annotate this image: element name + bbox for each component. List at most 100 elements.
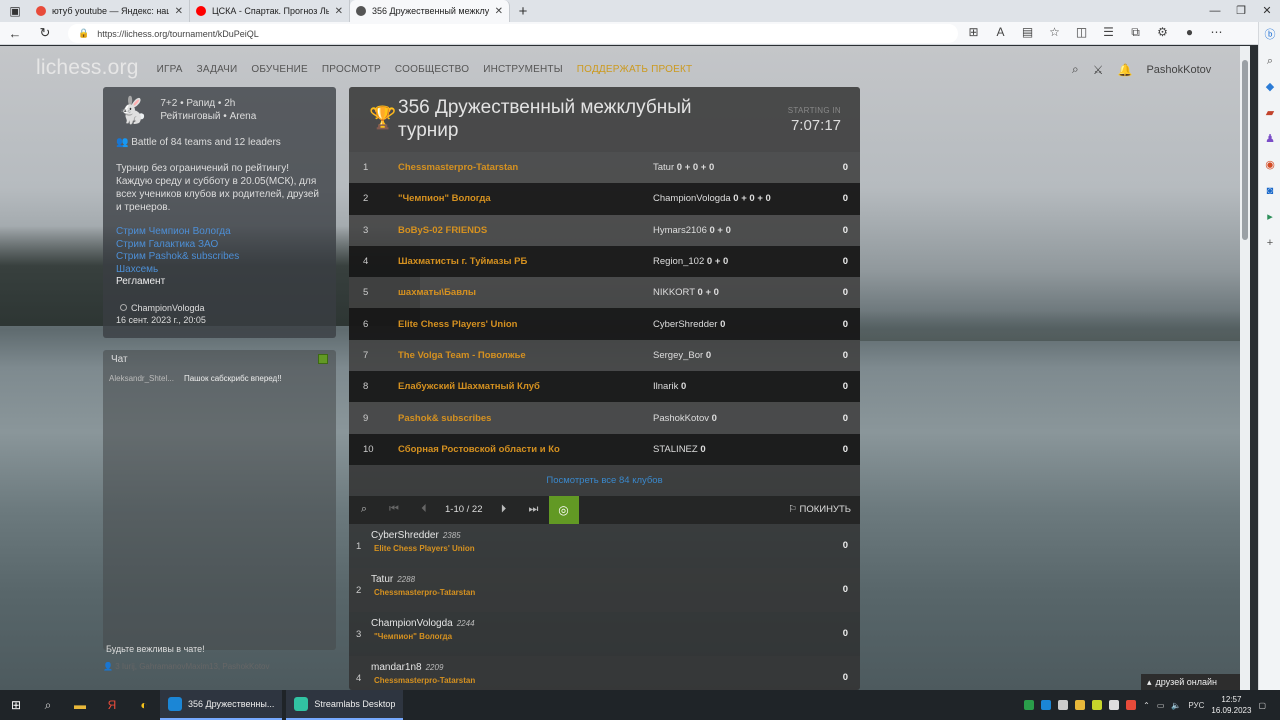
friends-online-box[interactable]: ▴ друзей онлайн [1141, 674, 1240, 690]
browser-tab[interactable]: ютуб youtube — Яндекс: нашлос ✕ [30, 0, 190, 22]
stream-link[interactable]: Стрим Галактика ЗАО [116, 239, 323, 252]
challenges-icon[interactable]: ⚔ [1093, 63, 1104, 77]
chat-user[interactable]: Aleksandr_Shtel... [109, 374, 174, 383]
team-name[interactable]: Сборная Ростовской области и Ко [398, 444, 653, 455]
stream-link[interactable]: Шахсемь [116, 264, 323, 277]
team-row[interactable]: 9 Pashok& subscribes PashokKotov 00 [349, 402, 860, 434]
leader-name[interactable]: ChampionVologda [653, 193, 731, 204]
taskbar-app[interactable]: 356 Дружественны... [160, 690, 283, 720]
team-row[interactable]: 8 Елабужский Шахматный Клуб Ilnarik 00 [349, 371, 860, 403]
search-sidebar-icon[interactable]: ⌕ [1259, 48, 1280, 74]
chat-input[interactable]: Будьте вежливы в чате! [106, 644, 205, 654]
notifications-bell-icon[interactable]: 🔔 [1118, 63, 1133, 77]
menu-item-2[interactable]: ЗАДАЧИ [197, 64, 238, 75]
team-row[interactable]: 6 Elite Chess Players' Union CyberShredder… [349, 308, 860, 340]
team-row[interactable]: 10 Сборная Ростовской области и Ко STALINE… [349, 433, 860, 465]
restore-icon[interactable]: ❐ [1228, 0, 1254, 22]
shopping-icon[interactable]: ◆ [1259, 74, 1280, 100]
player-name[interactable]: mandar1n8 2209 [371, 662, 443, 673]
browser-tab[interactable]: ЦСКА - Спартак. Прогноз Лысе ✕ [190, 0, 350, 22]
search-icon[interactable]: ⌕ [1072, 62, 1079, 77]
tray-app-icon[interactable] [1075, 700, 1086, 710]
url-field[interactable]: 🔒 https://lichess.org/tournament/kDuPeiQ… [68, 24, 958, 43]
notifications-icon[interactable]: ▢ [1258, 701, 1266, 710]
team-row[interactable]: 3 BoByS-02 FRIENDS Hymars2106 0 + 0 0 [349, 214, 860, 246]
team-name[interactable]: Chessmasterpro-Tatarstan [398, 162, 653, 173]
minimize-icon[interactable]: — [1202, 0, 1228, 22]
team-name[interactable]: "Чемпион" Вологда [398, 193, 653, 204]
windows-start-icon[interactable]: ⊞ [0, 690, 32, 720]
yandex-browser-icon[interactable]: Я [96, 690, 128, 720]
team-row[interactable]: 2 "Чемпион" Вологда ChampionVologda 0 + 0 … [349, 183, 860, 215]
apps-icon[interactable]: ⊞ [960, 25, 987, 40]
language-indicator[interactable]: РУС [1188, 701, 1204, 710]
profile-avatar-icon[interactable]: ● [1176, 25, 1203, 40]
team-name[interactable]: Elite Chess Players' Union [398, 319, 653, 330]
network-icon[interactable]: ▭ [1157, 701, 1165, 710]
player-row[interactable]: 1 CyberShredder 2385 Elite Chess Players' U… [349, 524, 860, 568]
menu-item-6[interactable]: ИНСТРУМЕНТЫ [483, 64, 563, 75]
leave-button[interactable]: ⚐ ПОКИНУТЬ [788, 504, 851, 515]
leader-name[interactable]: NIKKORT [653, 287, 695, 298]
split-screen-icon[interactable]: ◫ [1068, 25, 1095, 40]
tray-app-icon[interactable] [1092, 700, 1103, 710]
leader-name[interactable]: Sergey_Bor [653, 350, 703, 361]
file-explorer-icon[interactable]: ▬ [64, 690, 96, 720]
extensions-icon[interactable]: ⚙ [1149, 25, 1176, 40]
tray-app-icon[interactable] [1041, 700, 1052, 710]
view-all-clubs-link[interactable]: Посмотреть все 84 клубов [349, 464, 860, 496]
search-players-icon[interactable]: ⌕ [349, 503, 379, 516]
leader-name[interactable]: Region_102 [653, 256, 704, 267]
close-window-icon[interactable]: ✕ [1254, 0, 1280, 22]
team-name[interactable]: Елабужский Шахматный Клуб [398, 381, 653, 392]
refresh-icon[interactable]: ↻ [30, 25, 60, 41]
team-row[interactable]: 5 шахматы\Бавлы NIKKORT 0 + 0 0 [349, 277, 860, 309]
leader-name[interactable]: Tatur [653, 162, 674, 173]
player-name[interactable]: Tatur 2288 [371, 574, 415, 585]
site-logo[interactable]: lichess.org [36, 56, 139, 80]
collections-icon[interactable]: ⧉ [1122, 25, 1149, 40]
creator-link[interactable]: ChampionVologda [131, 303, 205, 313]
donate-link[interactable]: ПОДДЕРЖАТЬ ПРОЕКТ [577, 64, 693, 75]
close-tab-icon[interactable]: ✕ [495, 6, 503, 17]
bing-icon[interactable]: ⓑ [1259, 22, 1280, 48]
team-row[interactable]: 1 Chessmasterpro-Tatarstan Tatur 0 + 0 + 0… [349, 152, 860, 184]
menu-item-1[interactable]: ИГРА [157, 64, 183, 75]
username-link[interactable]: PashokKotov [1146, 64, 1211, 76]
menu-item-4[interactable]: ПРОСМОТР [322, 64, 381, 75]
new-tab-button[interactable]: + [510, 3, 536, 20]
tab-actions-icon[interactable]: ▣ [0, 0, 30, 22]
outlook-icon[interactable]: ◙ [1259, 178, 1280, 204]
app-icon[interactable]: ◐ [128, 690, 160, 720]
page-scrollbar[interactable] [1240, 46, 1250, 690]
taskbar-app[interactable]: Streamlabs Desktop [286, 690, 404, 720]
last-page-icon[interactable]: ⏭ [519, 503, 549, 516]
player-row[interactable]: 3 ChampionVologda 2244 "Чемпион" Вологда 0 [349, 612, 860, 656]
leader-name[interactable]: CyberShredder [653, 319, 717, 330]
reader-icon[interactable]: ▤ [1014, 25, 1041, 40]
favorite-star-icon[interactable]: ☆ [1041, 25, 1068, 40]
chat-toggle-checkbox[interactable] [318, 354, 328, 364]
player-row[interactable]: 4 mandar1n8 2209 Chessmasterpro-Tatarstan 0 [349, 655, 860, 690]
clock[interactable]: 12:57 16.09.2023 [1211, 694, 1251, 716]
team-name[interactable]: шахматы\Бавлы [398, 287, 653, 298]
team-row[interactable]: 7 The Volga Team - Поволжье Sergey_Bor 00 [349, 339, 860, 372]
tray-app-icon[interactable] [1024, 700, 1035, 710]
favorites-icon[interactable]: ☰ [1095, 25, 1122, 40]
browser-tab[interactable]: 356 Дружественный межклубн ✕ [350, 0, 510, 22]
read-aloud-icon[interactable]: A [987, 25, 1014, 40]
player-row[interactable]: 2 Tatur 2288 Chessmasterpro-Tatarstan 0 [349, 567, 860, 612]
office-icon[interactable]: ◉ [1259, 152, 1280, 178]
leader-name[interactable]: Hymars2106 [653, 225, 707, 236]
team-row[interactable]: 4 Шахматисты г. Туймазы РБ Region_102 0 + … [349, 245, 860, 278]
menu-item-3[interactable]: ОБУЧЕНИЕ [251, 64, 307, 75]
jump-to-me-icon[interactable]: ◎ [548, 495, 579, 524]
player-name[interactable]: CyberShredder 2385 [371, 530, 461, 541]
chevron-up-tray-icon[interactable]: ⌃ [1143, 701, 1150, 710]
leader-name[interactable]: Ilnarik [653, 381, 678, 392]
drop-icon[interactable]: ▸ [1259, 204, 1280, 230]
leader-name[interactable]: PashokKotov [653, 413, 709, 424]
tray-app-icon[interactable] [1058, 700, 1069, 710]
tray-app-icon[interactable] [1109, 700, 1120, 710]
back-icon[interactable]: ← [0, 26, 30, 41]
